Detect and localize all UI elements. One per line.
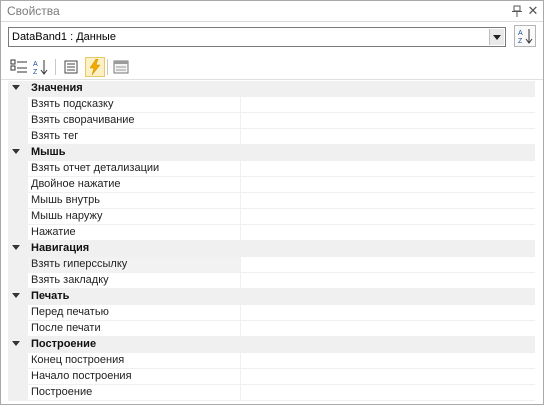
property-name: Двойное нажатие [28, 177, 241, 193]
pin-icon[interactable] [509, 3, 525, 19]
property-name: Взять гиперссылку [28, 257, 241, 273]
property-name: После печати [28, 321, 241, 337]
category-row-navigation[interactable]: Навигация [8, 241, 535, 257]
property-row[interactable]: Взять подсказку [8, 97, 535, 113]
property-value-cell[interactable] [241, 353, 535, 369]
property-row[interactable]: Мышь наружу [8, 209, 535, 225]
property-grid: Значения Взять подсказку Взять сворачива… [8, 81, 535, 403]
alphabetical-view-icon[interactable]: A Z [31, 57, 51, 77]
window-title: Свойства [7, 4, 60, 18]
categorized-view-icon[interactable] [9, 57, 29, 77]
property-row[interactable]: Начало построения [8, 369, 535, 385]
property-value-cell[interactable] [241, 273, 535, 289]
category-label: Построение [31, 338, 97, 350]
toolbar-divider [107, 59, 108, 75]
sort-alphabetical-button[interactable]: A Z [514, 25, 536, 47]
property-row-selected[interactable]: Взять гиперссылку [8, 257, 535, 273]
properties-toolbar: A Z [1, 55, 543, 80]
toolbar-divider [55, 59, 56, 75]
collapse-chevron-icon[interactable] [12, 149, 20, 154]
property-name: Взять закладку [28, 273, 241, 289]
close-icon[interactable]: ✕ [525, 3, 541, 19]
category-row-values[interactable]: Значения [8, 81, 535, 97]
object-selector-value: DataBand1 : Данные [12, 31, 116, 43]
chevron-down-icon[interactable] [489, 29, 504, 45]
property-name: Начало построения [28, 369, 241, 385]
category-label: Навигация [31, 242, 90, 254]
property-pages-icon[interactable] [111, 57, 131, 77]
object-selector-row: DataBand1 : Данные A Z [1, 23, 543, 51]
property-row[interactable]: После печати [8, 321, 535, 337]
collapse-chevron-icon[interactable] [12, 245, 20, 250]
svg-text:Z: Z [33, 69, 38, 76]
category-label: Печать [31, 290, 70, 302]
object-selector[interactable]: DataBand1 : Данные [8, 27, 506, 47]
property-name: Мышь внутрь [28, 193, 241, 209]
property-row[interactable]: Двойное нажатие [8, 177, 535, 193]
property-value-cell[interactable] [241, 177, 535, 193]
title-bar: Свойства ✕ [1, 1, 543, 22]
property-value-cell[interactable] [241, 305, 535, 321]
property-value-cell[interactable] [241, 113, 535, 129]
property-name: Построение [28, 385, 241, 401]
category-label: Мышь [31, 146, 66, 158]
property-value-cell[interactable] [241, 97, 535, 113]
property-row[interactable]: Взять отчет детализации [8, 161, 535, 177]
category-label: Значения [31, 82, 83, 94]
properties-tab-icon[interactable] [61, 57, 81, 77]
property-row[interactable]: Конец построения [8, 353, 535, 369]
property-value-cell[interactable] [241, 385, 535, 401]
property-row[interactable]: Нажатие [8, 225, 535, 241]
collapse-chevron-icon[interactable] [12, 293, 20, 298]
property-name: Взять подсказку [28, 97, 241, 113]
property-row[interactable]: Мышь внутрь [8, 193, 535, 209]
category-row-mouse[interactable]: Мышь [8, 145, 535, 161]
property-value-cell[interactable] [241, 161, 535, 177]
collapse-chevron-icon[interactable] [12, 341, 20, 346]
property-row[interactable]: Перед печатью [8, 305, 535, 321]
property-name: Взять тег [28, 129, 241, 145]
property-row[interactable]: Взять сворачивание [8, 113, 535, 129]
svg-text:A: A [518, 30, 523, 37]
properties-panel: Свойства ✕ DataBand1 : Данные A Z A Z Зн… [0, 0, 544, 405]
property-value-cell[interactable] [241, 193, 535, 209]
property-value-cell[interactable] [241, 129, 535, 145]
svg-text:Z: Z [518, 38, 523, 45]
category-row-print[interactable]: Печать [8, 289, 535, 305]
property-value-cell[interactable] [241, 209, 535, 225]
property-row[interactable]: Взять тег [8, 129, 535, 145]
property-value-cell[interactable] [241, 225, 535, 241]
property-name: Перед печатью [28, 305, 241, 321]
property-row[interactable]: Взять закладку [8, 273, 535, 289]
property-row[interactable]: Построение [8, 385, 535, 401]
property-name: Взять отчет детализации [28, 161, 241, 177]
events-tab-lightning-icon[interactable] [85, 57, 105, 77]
category-row-build[interactable]: Построение [8, 337, 535, 353]
property-value-cell[interactable] [241, 321, 535, 337]
collapse-chevron-icon[interactable] [12, 85, 20, 90]
property-value-cell[interactable] [241, 257, 535, 273]
property-value-cell[interactable] [241, 369, 535, 385]
svg-text:A: A [33, 61, 38, 68]
property-name: Нажатие [28, 225, 241, 241]
property-name: Взять сворачивание [28, 113, 241, 129]
property-name: Мышь наружу [28, 209, 241, 225]
property-name: Конец построения [28, 353, 241, 369]
